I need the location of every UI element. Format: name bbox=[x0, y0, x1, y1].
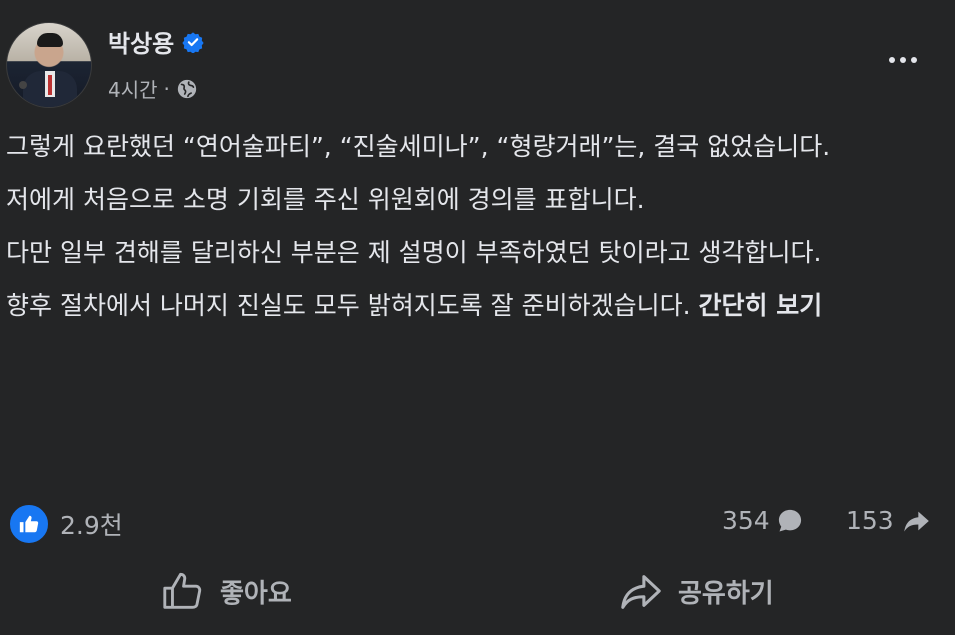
dot-icon bbox=[889, 57, 895, 63]
globe-icon bbox=[177, 79, 197, 98]
share-arrow-icon bbox=[904, 511, 929, 531]
meta-separator: · bbox=[163, 76, 170, 101]
post-header: 박상용 4시간 · bbox=[0, 0, 955, 120]
dot-icon bbox=[900, 57, 906, 63]
like-button[interactable]: 좋아요 bbox=[160, 568, 292, 614]
dot-icon bbox=[911, 57, 917, 63]
thumbs-up-icon bbox=[163, 572, 202, 609]
like-reaction-icon[interactable] bbox=[8, 503, 50, 545]
reaction-count[interactable]: 2.9천 bbox=[60, 506, 123, 542]
verified-badge-icon bbox=[182, 31, 204, 53]
post-paragraph: 다만 일부 견해를 달리하신 부분은 제 설명이 부족하였던 탓이라고 생각합니… bbox=[6, 238, 822, 267]
post-paragraph-text: 향후 절차에서 나머지 진실도 모두 밝혀지도록 잘 준비하겠습니다. bbox=[6, 291, 691, 320]
author-name-row: 박상용 bbox=[108, 24, 204, 59]
author-avatar[interactable] bbox=[6, 22, 92, 108]
share-icon bbox=[621, 575, 661, 609]
share-count-link[interactable]: 153 bbox=[846, 506, 932, 535]
comment-count: 354 bbox=[722, 506, 770, 535]
post-actions: 좋아요 공유하기 bbox=[0, 562, 955, 622]
comment-count-link[interactable]: 354 bbox=[722, 506, 804, 535]
see-less-link[interactable]: 간단히 보기 bbox=[699, 291, 823, 320]
post-time[interactable]: 4시간 bbox=[108, 74, 158, 103]
post-paragraph: 향후 절차에서 나머지 진실도 모두 밝혀지도록 잘 준비하겠습니다. 간단히 … bbox=[6, 287, 946, 325]
share-button[interactable]: 공유하기 bbox=[618, 568, 774, 614]
post-paragraph: 그렇게 요란했던 “연어술파티”, “진술세미나”, “형량거래”는, 결국 없… bbox=[6, 132, 831, 161]
comment-icon bbox=[778, 509, 801, 531]
post-body: 그렇게 요란했던 “연어술파티”, “진술세미나”, “형량거래”는, 결국 없… bbox=[6, 128, 946, 340]
share-count: 153 bbox=[846, 506, 894, 535]
post-paragraph: 저에게 처음으로 소명 기회를 주신 위원회에 경의를 표합니다. bbox=[6, 185, 645, 214]
share-button-label: 공유하기 bbox=[678, 578, 774, 609]
post-stats: 2.9천 354 153 bbox=[0, 500, 955, 545]
like-button-label: 좋아요 bbox=[220, 578, 292, 609]
more-options-button[interactable] bbox=[883, 46, 923, 74]
author-name[interactable]: 박상용 bbox=[108, 24, 174, 59]
post-meta: 4시간 · bbox=[108, 74, 198, 103]
